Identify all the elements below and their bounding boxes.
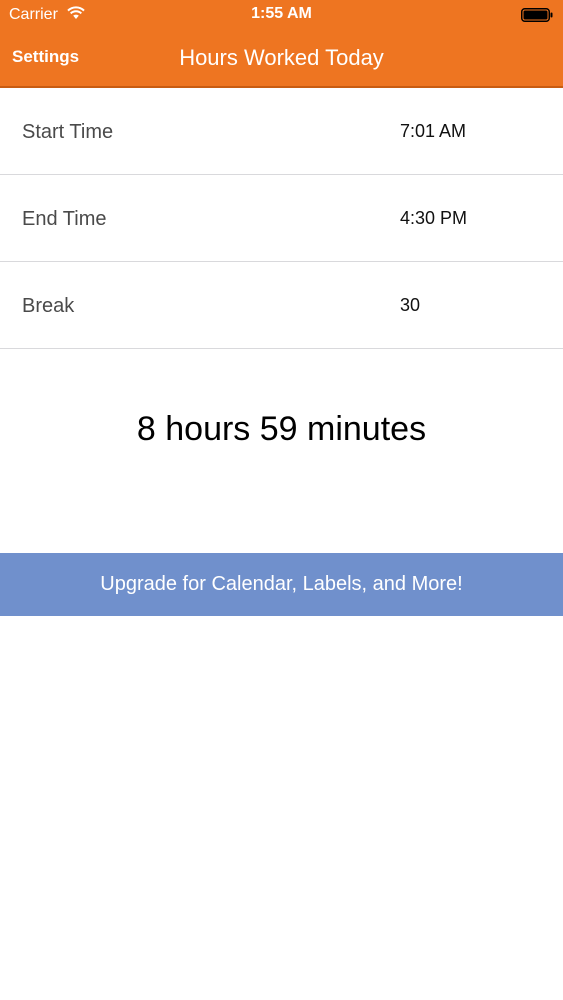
navigation-bar: Settings Hours Worked Today	[0, 30, 563, 88]
status-time: 1:55 AM	[251, 5, 312, 22]
battery-icon	[521, 8, 553, 22]
status-bar: Carrier 1:55 AM	[0, 0, 563, 30]
page-title: Hours Worked Today	[179, 45, 384, 70]
start-time-label: Start Time	[22, 121, 114, 143]
break-value[interactable]: 30	[400, 295, 420, 316]
top-bar: Carrier 1:55 AM Settings Hours Worked To…	[0, 0, 563, 88]
end-time-value[interactable]: 4:30 PM	[400, 208, 467, 229]
screen: Carrier 1:55 AM Settings Hours Worked To…	[0, 0, 563, 1000]
row-end-time[interactable]: End Time 4:30 PM	[0, 175, 563, 262]
total-hours: 8 hours 59 minutes	[136, 410, 427, 448]
end-time-label: End Time	[22, 208, 107, 230]
row-break[interactable]: Break 30	[0, 262, 563, 349]
start-time-value[interactable]: 7:01 AM	[400, 121, 466, 142]
upgrade-button[interactable]: Upgrade for Calendar, Labels, and More!	[0, 553, 563, 616]
row-start-time[interactable]: Start Time 7:01 AM	[0, 88, 563, 175]
break-label: Break	[22, 295, 75, 317]
